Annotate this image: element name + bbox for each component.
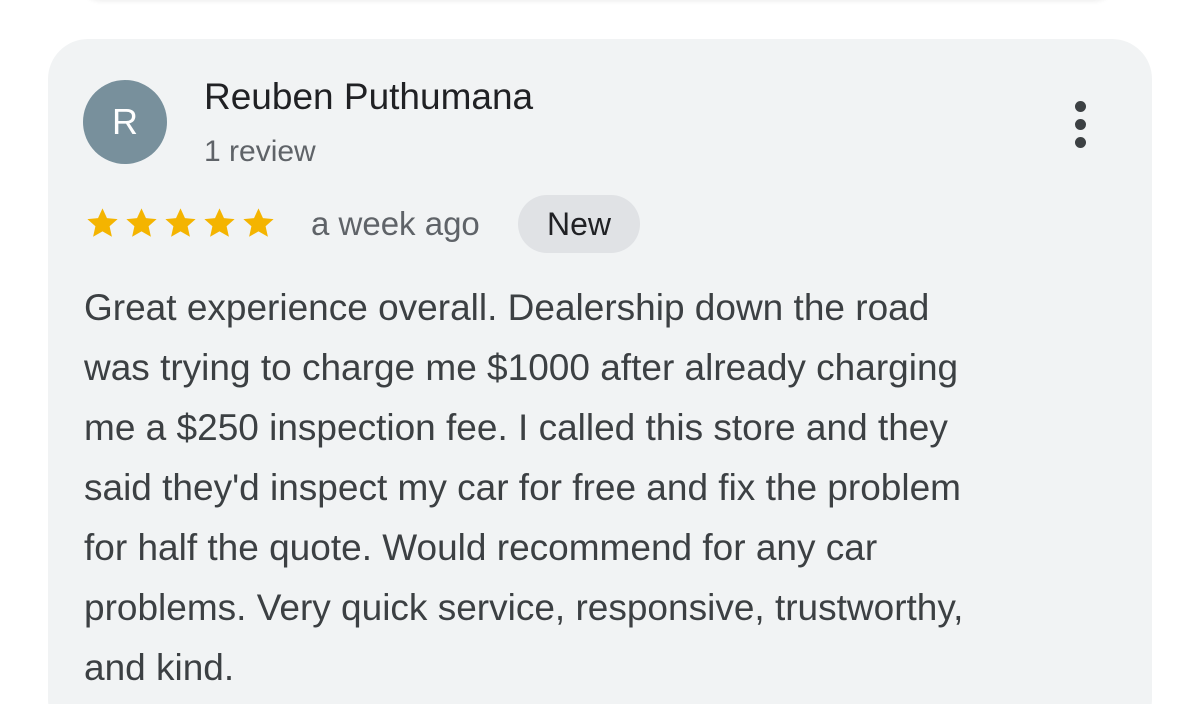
star-icon xyxy=(165,207,196,237)
new-badge: New xyxy=(518,195,640,253)
review-date: a week ago xyxy=(311,205,480,242)
star-rating xyxy=(84,200,277,246)
star-icon xyxy=(126,207,157,237)
author-review-count: 1 review xyxy=(204,135,316,168)
more-options-button[interactable] xyxy=(1060,92,1100,156)
more-vert-icon xyxy=(1074,100,1086,112)
author-name[interactable]: Reuben Puthumana xyxy=(204,76,533,118)
more-vert-icon-dot xyxy=(1074,118,1086,130)
star-icon xyxy=(243,207,274,237)
star-icon xyxy=(87,207,118,237)
review-text: Great experience overall. Dealership dow… xyxy=(84,287,964,688)
more-vert-icon-dot xyxy=(1074,136,1086,148)
star-icon xyxy=(204,207,235,237)
avatar[interactable]: R xyxy=(83,80,167,164)
